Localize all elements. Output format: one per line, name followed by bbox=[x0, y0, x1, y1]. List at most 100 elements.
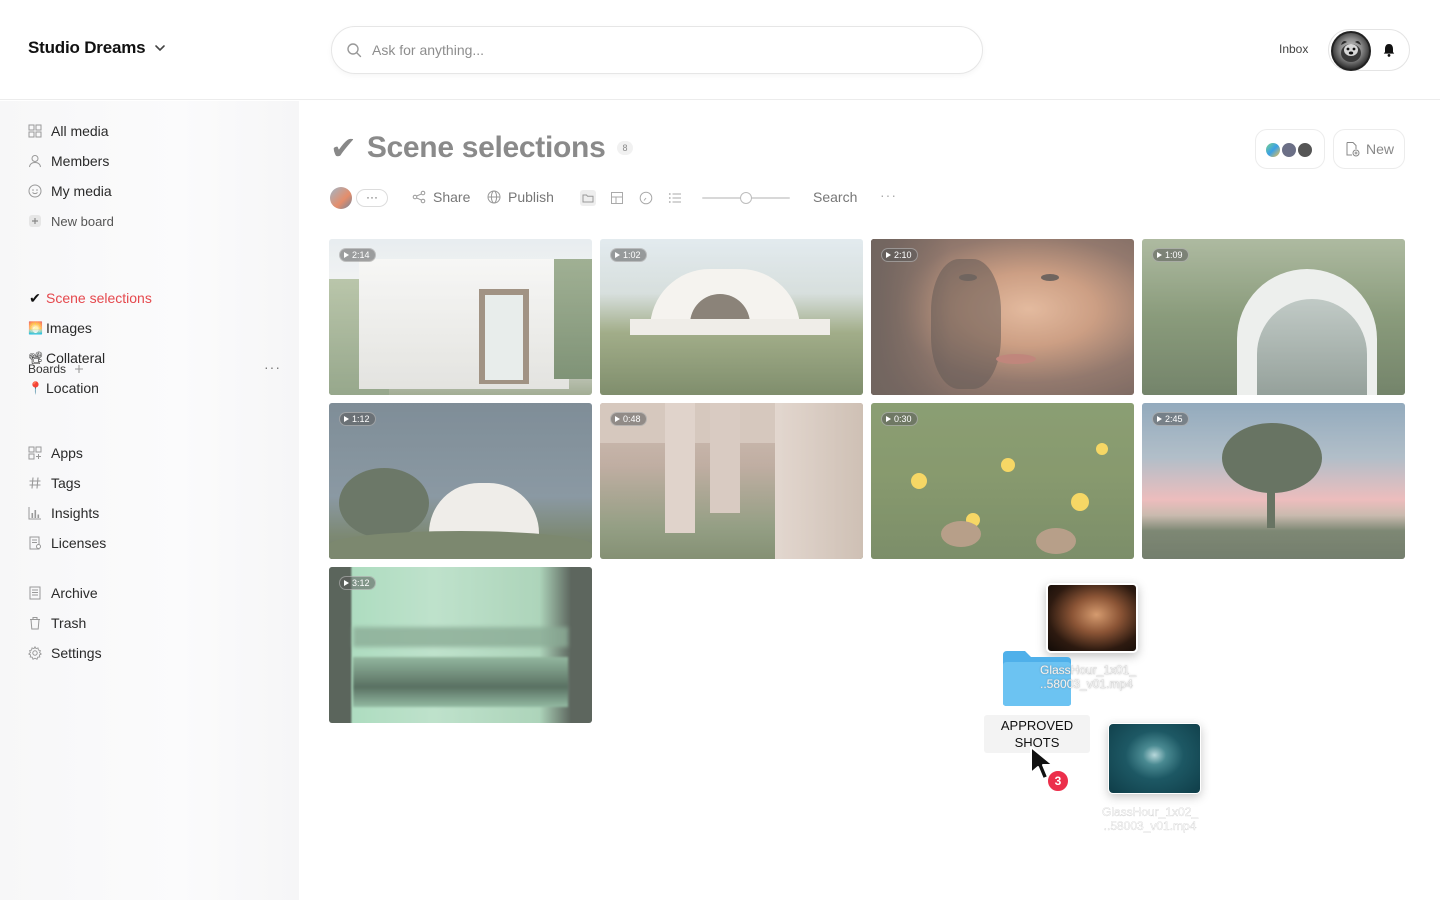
dragged-media-thumbnail[interactable] bbox=[1046, 583, 1138, 653]
toolbar-more-button[interactable]: ··· bbox=[880, 187, 897, 203]
main-content: ✔ Scene selections 8 New ··· Share Publi… bbox=[300, 101, 1440, 900]
sidebar-item-label: Settings bbox=[51, 645, 102, 661]
sidebar-item-label: Archive bbox=[51, 585, 98, 601]
more-members-button[interactable]: ··· bbox=[356, 189, 388, 207]
boards-more-button[interactable]: ··· bbox=[264, 359, 281, 375]
pin-icon: 📍 bbox=[28, 381, 43, 395]
sidebar-item-new-board[interactable]: New board bbox=[28, 211, 114, 231]
board-item-label: Images bbox=[46, 320, 92, 336]
sidebar-item-label: Trash bbox=[51, 615, 87, 631]
sidebar-item-label: My media bbox=[51, 183, 112, 199]
publish-button[interactable]: Publish bbox=[487, 189, 554, 205]
person-icon bbox=[29, 155, 41, 168]
search-bar[interactable] bbox=[331, 26, 983, 74]
dragged-file-name: GlassHour_1x01_ ..58003_v01.mp4 bbox=[1040, 663, 1137, 691]
list-view-icon[interactable] bbox=[667, 190, 683, 206]
collaborators[interactable] bbox=[1255, 129, 1325, 169]
sidebar-item-label: Tags bbox=[51, 475, 81, 491]
folder-view-icon[interactable] bbox=[580, 190, 596, 206]
board-item-location[interactable]: 📍 Location bbox=[28, 378, 99, 398]
new-file-icon bbox=[1346, 142, 1360, 157]
sidebar-item-label: Apps bbox=[51, 445, 83, 461]
sunrise-icon: 🌅 bbox=[28, 321, 43, 335]
duration-badge: 2:10 bbox=[881, 248, 918, 262]
checkmark-icon: ✔ bbox=[29, 289, 41, 306]
sidebar-item-members[interactable]: Members bbox=[28, 151, 109, 171]
media-card[interactable]: 1:02 bbox=[600, 239, 863, 395]
media-card[interactable]: 2:10 bbox=[871, 239, 1134, 395]
item-count-badge: 8 bbox=[617, 141, 633, 155]
dragged-file-name: GlassHour_1x02_ ..58003_v01.mp4 bbox=[1102, 805, 1199, 833]
board-view-icon[interactable] bbox=[609, 190, 625, 206]
media-card[interactable]: 2:14 bbox=[329, 239, 592, 395]
board-item-scene-selections[interactable]: ✔ Scene selections bbox=[28, 288, 152, 308]
board-owner-avatar[interactable] bbox=[330, 187, 352, 209]
board-search-button[interactable]: Search bbox=[813, 189, 857, 205]
gear-icon bbox=[28, 646, 42, 660]
duration-badge: 3:12 bbox=[339, 576, 376, 590]
sidebar: All media Members My media New board Boa… bbox=[0, 101, 299, 900]
sidebar-item-tags[interactable]: Tags bbox=[28, 473, 81, 493]
sidebar-item-trash[interactable]: Trash bbox=[28, 613, 86, 633]
zoom-slider-handle[interactable] bbox=[740, 192, 752, 204]
sidebar-item-my-media[interactable]: My media bbox=[28, 181, 112, 201]
search-icon bbox=[347, 43, 362, 58]
archive-icon bbox=[29, 586, 41, 600]
sidebar-item-label: New board bbox=[51, 213, 114, 229]
board-item-label: Scene selections bbox=[46, 290, 152, 306]
drag-count-badge: 3 bbox=[1046, 769, 1070, 793]
media-card[interactable]: 1:09 bbox=[1142, 239, 1405, 395]
duration-badge: 0:30 bbox=[881, 412, 918, 426]
publish-label: Publish bbox=[508, 189, 554, 205]
share-label: Share bbox=[433, 189, 471, 205]
hash-icon bbox=[29, 477, 41, 489]
board-item-label: Collateral bbox=[46, 350, 106, 366]
sidebar-item-settings[interactable]: Settings bbox=[28, 643, 102, 663]
trash-icon bbox=[30, 617, 40, 630]
zoom-slider[interactable] bbox=[702, 192, 790, 204]
page-header: ✔ Scene selections 8 bbox=[330, 131, 633, 165]
license-icon bbox=[29, 536, 41, 550]
apps-icon bbox=[28, 446, 42, 460]
share-button[interactable]: Share bbox=[412, 189, 470, 205]
duration-badge: 1:02 bbox=[610, 248, 647, 262]
sidebar-item-archive[interactable]: Archive bbox=[28, 583, 98, 603]
media-card[interactable]: 3:12 bbox=[329, 567, 592, 723]
board-item-images[interactable]: 🌅 Images bbox=[28, 318, 92, 338]
duration-badge: 2:14 bbox=[339, 248, 376, 262]
sidebar-item-all-media[interactable]: All media bbox=[28, 121, 109, 141]
new-button[interactable]: New bbox=[1333, 129, 1405, 169]
chevron-down-icon bbox=[155, 45, 166, 52]
clock-icon[interactable] bbox=[638, 190, 654, 206]
sidebar-item-label: All media bbox=[51, 123, 109, 139]
media-card[interactable]: 0:48 bbox=[600, 403, 863, 559]
bell-icon[interactable] bbox=[1381, 42, 1397, 58]
media-card[interactable]: 1:12 bbox=[329, 403, 592, 559]
workspace-switcher[interactable]: Studio Dreams bbox=[28, 38, 167, 58]
checkmark-icon: ✔ bbox=[330, 130, 357, 166]
projector-icon: 📽 bbox=[28, 351, 44, 365]
media-card[interactable]: 2:45 bbox=[1142, 403, 1405, 559]
media-card[interactable]: 0:30 bbox=[871, 403, 1134, 559]
duration-badge: 1:09 bbox=[1152, 248, 1189, 262]
dragged-media-thumbnail[interactable] bbox=[1108, 723, 1201, 794]
search-input[interactable] bbox=[372, 42, 932, 58]
grid-icon bbox=[28, 124, 42, 138]
bar-chart-icon bbox=[28, 507, 41, 520]
board-item-label: Location bbox=[46, 380, 99, 396]
user-menu[interactable] bbox=[1328, 29, 1410, 71]
page-title: Scene selections bbox=[366, 131, 606, 164]
sidebar-item-licenses[interactable]: Licenses bbox=[28, 533, 106, 553]
duration-badge: 0:48 bbox=[610, 412, 647, 426]
sidebar-item-label: Members bbox=[51, 153, 110, 169]
share-icon bbox=[412, 190, 426, 204]
sidebar-item-insights[interactable]: Insights bbox=[28, 503, 99, 523]
new-button-label: New bbox=[1365, 141, 1394, 157]
board-toolbar: ··· Share Publish Search ··· bbox=[330, 187, 1410, 209]
sidebar-item-apps[interactable]: Apps bbox=[28, 443, 83, 463]
workspace-name: Studio Dreams bbox=[28, 38, 146, 57]
inbox-link[interactable]: Inbox bbox=[1279, 42, 1308, 56]
avatar[interactable] bbox=[1331, 31, 1371, 71]
board-item-collateral[interactable]: 📽 Collateral bbox=[28, 348, 105, 368]
sidebar-item-label: Licenses bbox=[51, 535, 107, 551]
